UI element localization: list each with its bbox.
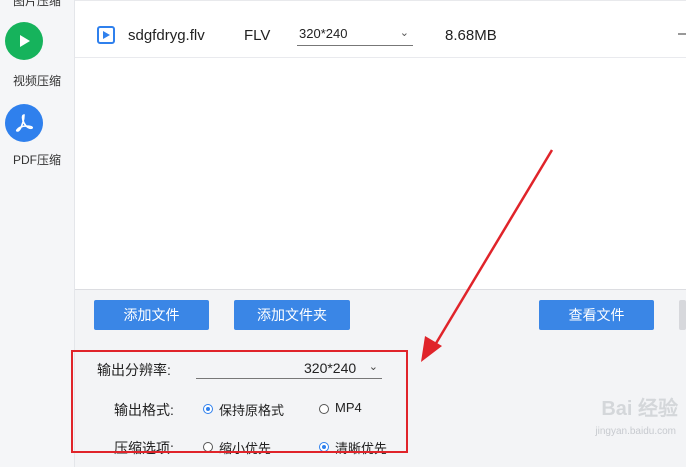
watermark-url: jingyan.baidu.com: [595, 426, 676, 437]
annotation-arrow: [421, 149, 554, 362]
watermark-logo: Bai 经验: [601, 398, 678, 420]
